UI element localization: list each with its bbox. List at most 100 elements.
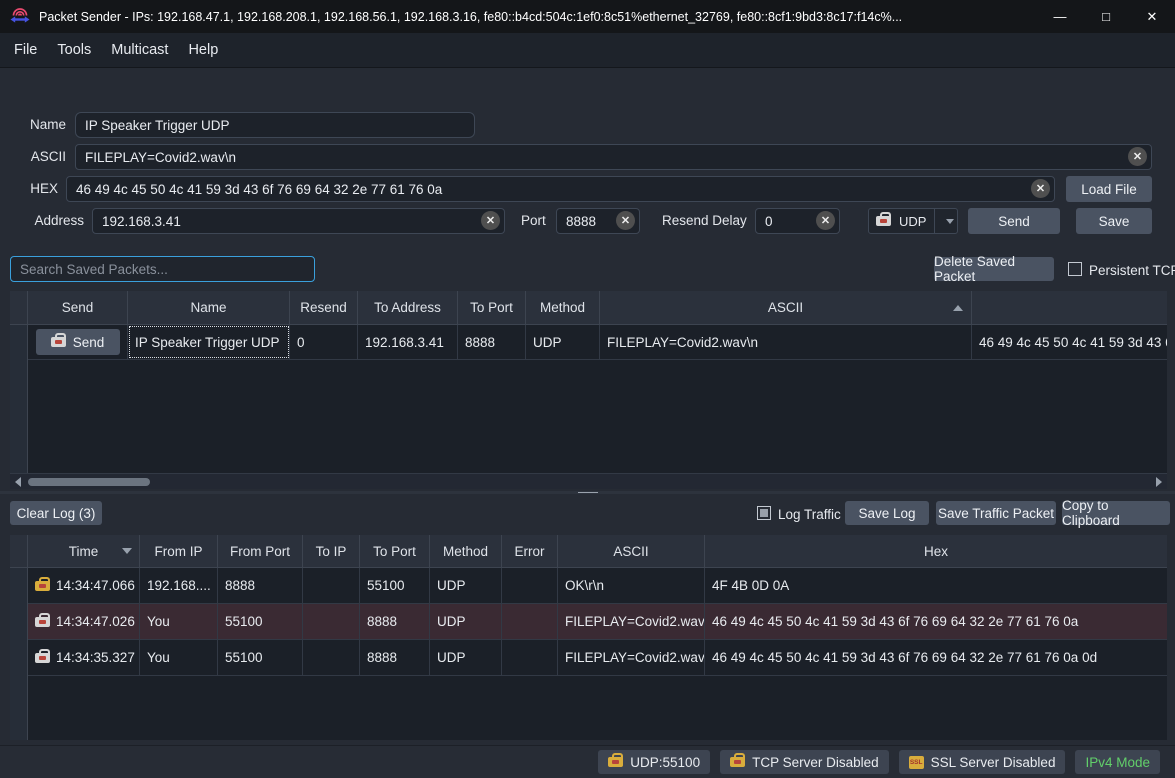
saved-to-port-cell[interactable]: 8888 <box>458 325 526 359</box>
log-hex-cell[interactable]: 46 49 4c 45 50 4c 41 59 3d 43 6f 76 69 6… <box>705 604 1167 639</box>
save-button[interactable]: Save <box>1076 208 1152 234</box>
log-to-ip-cell[interactable] <box>303 568 360 603</box>
log-hex-cell[interactable]: 46 49 4c 45 50 4c 41 59 3d 43 6f 76 69 6… <box>705 640 1167 675</box>
saved-header-to-port[interactable]: To Port <box>458 291 526 324</box>
copy-to-clipboard-button[interactable]: Copy to Clipboard <box>1062 501 1170 525</box>
saved-header-send[interactable]: Send <box>28 291 128 324</box>
load-file-button[interactable]: Load File <box>1066 176 1152 202</box>
log-hex-cell[interactable]: 4F 4B 0D 0A <box>705 568 1167 603</box>
log-method-cell[interactable]: UDP <box>430 568 502 603</box>
udp-status-button[interactable]: UDP:55100 <box>598 750 710 774</box>
port-clear-icon[interactable] <box>616 211 635 230</box>
saved-header-name[interactable]: Name <box>128 291 290 324</box>
scroll-right-icon[interactable] <box>1156 477 1162 487</box>
save-log-button[interactable]: Save Log <box>845 501 929 525</box>
ssl-status-label: SSL Server Disabled <box>931 755 1056 770</box>
tcp-status-label: TCP Server Disabled <box>752 755 879 770</box>
saved-ascii-cell[interactable]: FILEPLAY=Covid2.wav\n <box>600 325 972 359</box>
log-header-from-ip[interactable]: From IP <box>140 535 218 567</box>
log-method-cell[interactable]: UDP <box>430 640 502 675</box>
log-header-error[interactable]: Error <box>502 535 558 567</box>
saved-resend-cell[interactable]: 0 <box>290 325 358 359</box>
log-to-ip-cell[interactable] <box>303 604 360 639</box>
horizontal-scrollbar[interactable] <box>10 473 1167 489</box>
scrollbar-thumb[interactable] <box>28 478 150 486</box>
saved-header-method[interactable]: Method <box>526 291 600 324</box>
log-from-ip-cell[interactable]: You <box>140 604 218 639</box>
log-row[interactable]: 14:34:47.066 192.168.... 8888 55100 UDP … <box>10 568 1167 604</box>
log-time-cell[interactable]: 14:34:35.327 <box>28 640 140 675</box>
ipv4-mode-button[interactable]: IPv4 Mode <box>1075 750 1160 774</box>
log-header-method[interactable]: Method <box>430 535 502 567</box>
log-from-port-cell[interactable]: 55100 <box>218 640 303 675</box>
maximize-button[interactable]: □ <box>1083 0 1129 33</box>
splitter-handle[interactable] <box>0 491 1175 494</box>
log-method-cell[interactable]: UDP <box>430 604 502 639</box>
menu-help[interactable]: Help <box>178 33 228 68</box>
saved-header-hex[interactable] <box>972 291 1167 324</box>
resend-clear-icon[interactable] <box>816 211 835 230</box>
log-header-time[interactable]: Time <box>28 535 140 567</box>
menu-file[interactable]: File <box>4 33 47 68</box>
search-input[interactable] <box>10 256 315 282</box>
hex-clear-icon[interactable] <box>1031 179 1050 198</box>
address-input[interactable] <box>92 208 505 234</box>
row-send-button[interactable]: Send <box>36 329 120 355</box>
log-ascii-cell[interactable]: FILEPLAY=Covid2.wav\n\r <box>558 640 705 675</box>
log-from-ip-cell[interactable]: You <box>140 640 218 675</box>
protocol-select[interactable]: UDP <box>868 208 958 234</box>
log-header-to-port[interactable]: To Port <box>360 535 430 567</box>
saved-name-cell[interactable]: IP Speaker Trigger UDP <box>128 325 290 359</box>
saved-hex-cell[interactable]: 46 49 4c 45 50 4c 41 59 3d 43 6f 76 69 6… <box>972 325 1167 359</box>
delete-saved-packet-button[interactable]: Delete Saved Packet <box>934 257 1054 281</box>
scroll-left-icon[interactable] <box>15 477 21 487</box>
menu-tools[interactable]: Tools <box>47 33 101 68</box>
log-time-cell[interactable]: 14:34:47.026 <box>28 604 140 639</box>
log-from-port-cell[interactable]: 8888 <box>218 568 303 603</box>
log-ascii-cell[interactable]: FILEPLAY=Covid2.wav\n <box>558 604 705 639</box>
row-send-label: Send <box>73 335 105 350</box>
log-time-cell[interactable]: 14:34:47.066 <box>28 568 140 603</box>
tcp-server-status-button[interactable]: TCP Server Disabled <box>720 750 889 774</box>
saved-header-ascii[interactable]: ASCII <box>600 291 972 324</box>
clear-log-button[interactable]: Clear Log (3) <box>10 501 102 525</box>
saved-to-address-cell[interactable]: 192.168.3.41 <box>358 325 458 359</box>
log-to-port-cell[interactable]: 8888 <box>360 640 430 675</box>
log-header-ascii[interactable]: ASCII <box>558 535 705 567</box>
hex-input[interactable] <box>66 176 1055 202</box>
window-title: Packet Sender - IPs: 192.168.47.1, 192.1… <box>39 10 902 24</box>
name-input[interactable] <box>75 112 475 138</box>
sort-asc-icon <box>953 305 963 311</box>
log-row[interactable]: 14:34:35.327 You 55100 8888 UDP FILEPLAY… <box>10 640 1167 676</box>
log-header-from-port[interactable]: From Port <box>218 535 303 567</box>
send-button[interactable]: Send <box>968 208 1060 234</box>
log-header-hex[interactable]: Hex <box>705 535 1167 567</box>
menu-multicast[interactable]: Multicast <box>101 33 178 68</box>
log-traffic-checkbox[interactable] <box>757 506 771 520</box>
log-to-port-cell[interactable]: 8888 <box>360 604 430 639</box>
saved-method-cell[interactable]: UDP <box>526 325 600 359</box>
log-header-to-ip[interactable]: To IP <box>303 535 360 567</box>
log-from-ip-cell[interactable]: 192.168.... <box>140 568 218 603</box>
ssl-server-status-button[interactable]: SSL SSL Server Disabled <box>899 750 1066 774</box>
log-error-cell[interactable] <box>502 568 558 603</box>
saved-header-to-address[interactable]: To Address <box>358 291 458 324</box>
address-clear-icon[interactable] <box>481 211 500 230</box>
log-to-ip-cell[interactable] <box>303 640 360 675</box>
log-to-port-cell[interactable]: 55100 <box>360 568 430 603</box>
close-button[interactable]: ✕ <box>1129 0 1175 33</box>
log-row[interactable]: 14:34:47.026 You 55100 8888 UDP FILEPLAY… <box>10 604 1167 640</box>
ascii-clear-icon[interactable] <box>1128 147 1147 166</box>
log-from-port-cell[interactable]: 55100 <box>218 604 303 639</box>
log-error-cell[interactable] <box>502 640 558 675</box>
persistent-tcp-checkbox[interactable] <box>1068 262 1082 276</box>
saved-table-row[interactable]: 1 Send IP Speaker Trigger UDP 0 192.168.… <box>10 325 1167 360</box>
log-header-time-label: Time <box>69 544 99 559</box>
combo-separator <box>934 209 935 233</box>
save-traffic-packet-button[interactable]: Save Traffic Packet <box>936 501 1056 525</box>
log-error-cell[interactable] <box>502 604 558 639</box>
minimize-button[interactable]: — <box>1037 0 1083 33</box>
log-ascii-cell[interactable]: OK\r\n <box>558 568 705 603</box>
saved-header-resend[interactable]: Resend <box>290 291 358 324</box>
ascii-input[interactable] <box>75 144 1152 170</box>
